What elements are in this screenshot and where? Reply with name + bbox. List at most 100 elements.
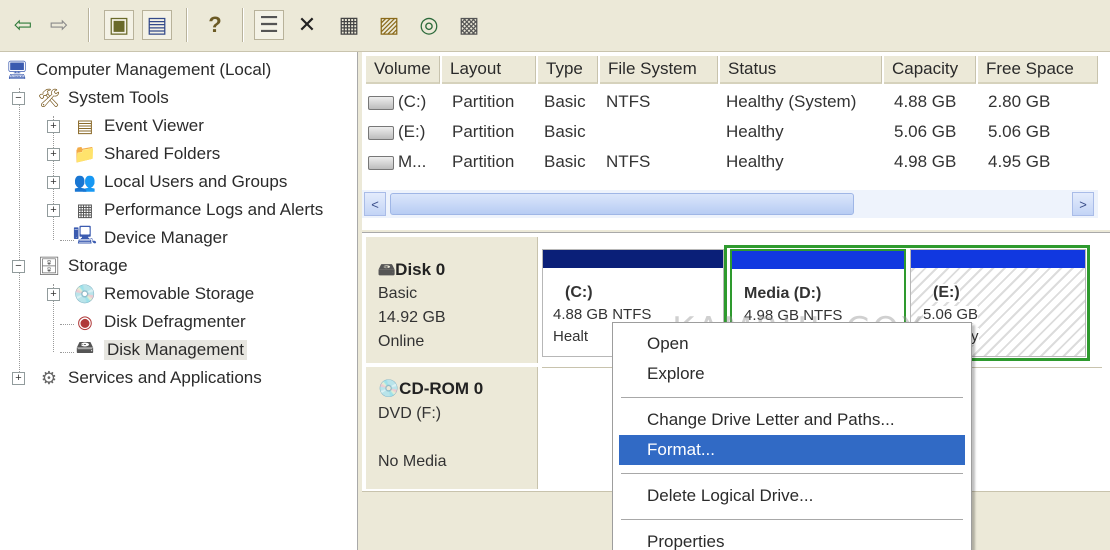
performance-icon: ▦ <box>76 199 94 220</box>
collapse-icon[interactable]: − <box>12 92 25 105</box>
tree-item-computer-management[interactable]: 🖥 Computer Management (Local) <box>4 56 272 84</box>
layout-cell: Partition <box>452 152 515 171</box>
scroll-left-icon[interactable]: < <box>364 192 386 216</box>
menu-separator <box>621 397 963 398</box>
console-tree: 🖥 Computer Management (Local) − 🛠 System… <box>0 52 358 550</box>
volume-cell: (E:) <box>398 122 426 141</box>
capacity-cell: 4.98 GB <box>894 152 957 171</box>
expand-icon[interactable]: + <box>12 372 25 385</box>
partition-name: (E:) <box>933 284 960 302</box>
layout-cell: Partition <box>452 122 515 141</box>
computer-icon: 🖥 <box>5 59 29 80</box>
volume-cell: (C:) <box>398 92 427 111</box>
cdrom-0-label-panel[interactable]: 💿CD-ROM 0 DVD (F:) No Media <box>366 367 538 489</box>
settings-icon[interactable]: ▩ <box>454 10 484 40</box>
capacity-cell: 4.88 GB <box>894 92 957 111</box>
expand-icon[interactable]: + <box>47 288 60 301</box>
drive-icon <box>368 125 394 140</box>
free-space-cell: 5.06 GB <box>988 122 1051 141</box>
scroll-right-icon[interactable]: > <box>1072 192 1094 216</box>
cdrom-0-media: No Media <box>378 453 447 470</box>
type-cell: Basic <box>544 122 586 141</box>
partition-name: (C:) <box>565 284 593 301</box>
tree-item-label: Event Viewer <box>104 116 204 135</box>
tree-item-label: Disk Management <box>104 340 248 360</box>
tree-item-label: Device Manager <box>104 228 228 247</box>
disk-management-icon: 🖴 <box>75 337 95 357</box>
column-header-free-space[interactable]: Free Space <box>978 56 1098 84</box>
column-header-status[interactable]: Status <box>720 56 882 84</box>
disk-0-title: Disk 0 <box>395 260 446 279</box>
tree-item-disk-defragmenter[interactable]: ◉ Disk Defragmenter <box>72 308 246 336</box>
forward-arrow-icon[interactable]: ⇨ <box>44 10 74 40</box>
primary-partition-bar <box>543 250 723 268</box>
open-folder-icon[interactable]: ▨ <box>374 10 404 40</box>
expand-icon[interactable]: + <box>47 120 60 133</box>
properties-icon[interactable]: ☰ <box>254 10 284 40</box>
help-icon[interactable]: ? <box>200 10 230 40</box>
tree-item-device-manager[interactable]: 🖳 Device Manager <box>72 224 228 252</box>
toolbar: ⇦ ⇨ ▣ ▤ ? ☰ ✕ ▦ ▨ ◎ ▩ <box>0 0 1110 52</box>
menu-separator <box>621 519 963 520</box>
export-list-icon[interactable]: ▦ <box>334 10 364 40</box>
type-cell: Basic <box>544 152 586 171</box>
partition-detail: 4.88 GB NTFS <box>553 306 652 323</box>
cdrom-0-type: DVD (F:) <box>378 405 442 422</box>
logical-drive-bar <box>732 251 904 269</box>
partition-detail: 5.06 GB <box>923 306 979 323</box>
show-hide-tree-icon[interactable]: ▤ <box>142 10 172 40</box>
column-header-layout[interactable]: Layout <box>442 56 536 84</box>
back-arrow-icon[interactable]: ⇦ <box>8 10 38 40</box>
drive-icon <box>368 95 394 110</box>
volume-cell: M... <box>398 152 427 171</box>
event-viewer-icon: ▤ <box>76 115 94 136</box>
menu-item-format[interactable]: Format... <box>619 435 965 465</box>
horizontal-scrollbar[interactable]: < > <box>362 190 1098 218</box>
column-header-file-system[interactable]: File System <box>600 56 718 84</box>
up-level-icon[interactable]: ▣ <box>104 10 134 40</box>
expand-icon[interactable]: + <box>47 176 60 189</box>
context-menu: Open Explore Change Drive Letter and Pat… <box>612 322 972 550</box>
menu-item-explore[interactable]: Explore <box>619 359 965 389</box>
tree-item-removable-storage[interactable]: 💿 Removable Storage <box>72 280 254 308</box>
tree-item-services-applications[interactable]: ⚙ Services and Applications <box>36 364 262 392</box>
partition-status: y <box>971 328 979 345</box>
menu-item-change-drive-letter[interactable]: Change Drive Letter and Paths... <box>619 405 965 435</box>
tree-item-storage[interactable]: 🗄 Storage <box>36 252 128 280</box>
tree-item-performance-logs[interactable]: ▦ Performance Logs and Alerts <box>72 196 323 224</box>
collapse-icon[interactable]: − <box>12 260 25 273</box>
search-icon[interactable]: ◎ <box>414 10 444 40</box>
delete-icon[interactable]: ✕ <box>292 10 322 40</box>
menu-item-delete-logical-drive[interactable]: Delete Logical Drive... <box>619 481 965 511</box>
disk-0-size: 14.92 GB <box>378 309 446 326</box>
menu-item-properties[interactable]: Properties <box>619 527 965 550</box>
drive-icon <box>368 155 394 170</box>
tree-item-event-viewer[interactable]: ▤ Event Viewer <box>72 112 204 140</box>
storage-icon: 🗄 <box>37 255 61 276</box>
expand-icon[interactable]: + <box>47 148 60 161</box>
column-header-volume[interactable]: Volume <box>366 56 440 84</box>
scrollbar-thumb[interactable] <box>390 193 854 215</box>
status-cell: Healthy <box>726 152 784 171</box>
tree-item-system-tools[interactable]: 🛠 System Tools <box>36 84 169 112</box>
toolbar-separator <box>186 8 188 42</box>
partition-status: Healt <box>553 328 589 345</box>
tree-item-label: Services and Applications <box>68 368 262 387</box>
tree-item-label: System Tools <box>68 88 169 107</box>
menu-item-open[interactable]: Open <box>619 329 965 359</box>
tree-item-label: Removable Storage <box>104 284 255 303</box>
tree-item-disk-management[interactable]: 🖴 Disk Management <box>72 336 248 364</box>
status-cell: Healthy <box>726 122 784 141</box>
column-header-type[interactable]: Type <box>538 56 598 84</box>
tree-item-label: Performance Logs and Alerts <box>104 200 324 219</box>
tree-item-local-users[interactable]: 👥 Local Users and Groups <box>72 168 288 196</box>
removable-storage-icon: 💿 <box>73 283 97 304</box>
disk-icon: 🖴 <box>378 260 396 279</box>
expand-icon[interactable]: + <box>47 204 60 217</box>
logical-drive-bar <box>911 250 1085 268</box>
tree-item-label: Storage <box>68 256 128 275</box>
column-header-capacity[interactable]: Capacity <box>884 56 976 84</box>
disk-0-label-panel[interactable]: 🖴Disk 0 Basic 14.92 GB Online <box>366 237 538 363</box>
tree-item-shared-folders[interactable]: 📁 Shared Folders <box>72 140 220 168</box>
toolbar-separator <box>88 8 90 42</box>
